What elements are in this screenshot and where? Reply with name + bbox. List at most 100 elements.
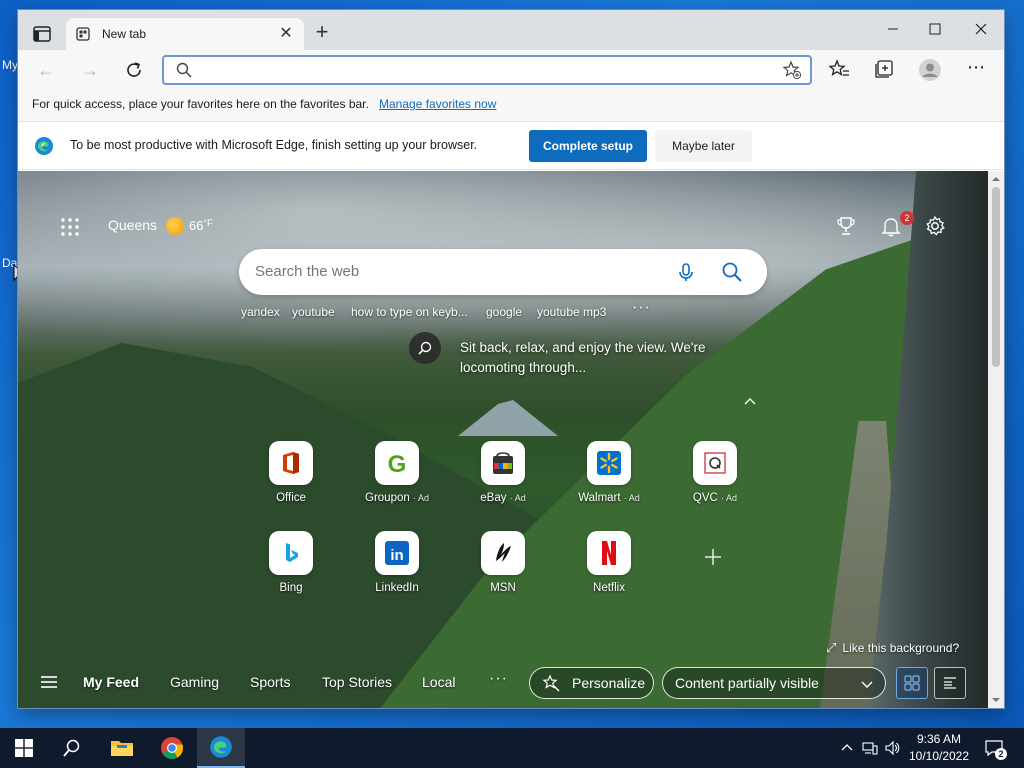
- page-settings-button[interactable]: [924, 215, 948, 239]
- close-tab-icon[interactable]: ✕: [276, 24, 296, 44]
- scroll-up-icon[interactable]: [988, 172, 1004, 186]
- add-shortcut-icon[interactable]: [701, 545, 725, 569]
- tile-label: Walmart · Ad: [564, 492, 654, 504]
- scroll-down-icon[interactable]: [988, 693, 1004, 707]
- tile-label-text: eBay: [480, 492, 507, 504]
- profile-button[interactable]: [918, 58, 942, 82]
- quick-link-tile[interactable]: G Groupon · Ad: [352, 441, 442, 521]
- network-icon[interactable]: [862, 740, 878, 756]
- bing-icon: [286, 543, 298, 562]
- search-suggestion[interactable]: yandex: [241, 305, 280, 319]
- close-window-button[interactable]: [958, 14, 1004, 44]
- tab-title: New tab: [102, 27, 147, 41]
- new-tab-button[interactable]: +: [310, 21, 334, 45]
- search-suggestion[interactable]: youtube mp3: [537, 305, 606, 319]
- minimize-button[interactable]: [870, 14, 916, 44]
- image-search-button[interactable]: [409, 332, 441, 364]
- search-icon: [418, 341, 432, 355]
- web-search-box[interactable]: Search the web: [239, 249, 767, 295]
- quick-link-tile[interactable]: Netflix: [564, 531, 654, 611]
- weather-temperature[interactable]: 66°F: [189, 218, 213, 233]
- like-background-button[interactable]: ⤢ Like this background?: [826, 640, 959, 656]
- add-favorite-icon[interactable]: [782, 60, 802, 80]
- more-suggestions-icon[interactable]: ···: [632, 299, 651, 317]
- chrome-taskbar-button[interactable]: [148, 728, 196, 768]
- chevron-up-icon[interactable]: [742, 393, 758, 409]
- favorites-icon: [828, 59, 849, 77]
- taskbar-search-button[interactable]: [48, 728, 96, 768]
- hamburger-menu-icon[interactable]: [40, 674, 58, 690]
- sunny-weather-icon: [166, 217, 184, 235]
- setup-message: To be most productive with Microsoft Edg…: [70, 138, 478, 152]
- tab-sports[interactable]: Sports: [250, 674, 290, 690]
- ad-indicator: · Ad: [721, 493, 738, 503]
- manage-favorites-link[interactable]: Manage favorites now: [379, 97, 496, 111]
- more-tabs-icon[interactable]: ···: [489, 670, 508, 688]
- quick-link-tile[interactable]: Office: [246, 441, 336, 521]
- app-launcher-button[interactable]: [58, 215, 82, 239]
- scrollbar-thumb[interactable]: [992, 187, 1000, 367]
- maybe-later-button[interactable]: Maybe later: [655, 130, 752, 162]
- personalize-button[interactable]: Personalize: [529, 667, 654, 699]
- weather-location[interactable]: Queens: [108, 217, 157, 233]
- complete-setup-button[interactable]: Complete setup: [529, 130, 647, 162]
- personalize-pencil-icon: [542, 674, 560, 692]
- volume-icon[interactable]: [884, 740, 900, 756]
- list-view-button[interactable]: [934, 667, 966, 699]
- quick-link-tile[interactable]: eBay · Ad: [458, 441, 548, 521]
- address-input[interactable]: [200, 61, 770, 79]
- tab-actions-button[interactable]: [26, 22, 58, 48]
- start-button[interactable]: [0, 728, 48, 768]
- action-center-button[interactable]: 2: [982, 736, 1007, 760]
- file-explorer-button[interactable]: [98, 728, 146, 768]
- address-bar[interactable]: [162, 55, 812, 85]
- show-hidden-icons-icon[interactable]: [839, 740, 855, 756]
- collections-button[interactable]: [873, 58, 897, 82]
- rewards-button[interactable]: [835, 215, 859, 239]
- search-suggestion[interactable]: how to type on keyb...: [351, 305, 468, 319]
- desktop-icon-label[interactable]: My: [2, 58, 18, 72]
- favorites-button[interactable]: [828, 58, 852, 82]
- minimize-icon: [888, 28, 898, 30]
- voice-search-button[interactable]: [675, 261, 697, 283]
- quick-link-tile[interactable]: QVC · Ad: [670, 441, 760, 521]
- tab-strip: New tab ✕ +: [18, 10, 1004, 50]
- content-visibility-dropdown[interactable]: Content partially visible: [662, 667, 886, 699]
- maximize-button[interactable]: [912, 14, 958, 44]
- quick-link-tile[interactable]: MSN: [458, 531, 548, 611]
- tab-new-tab[interactable]: New tab ✕: [66, 18, 304, 50]
- search-suggestion[interactable]: google: [486, 305, 522, 319]
- netflix-icon: [602, 541, 616, 565]
- tab-top-stories[interactable]: Top Stories: [322, 674, 392, 690]
- forward-button[interactable]: →: [76, 56, 104, 84]
- tile-label: LinkedIn: [352, 582, 442, 594]
- quick-link-tile[interactable]: in LinkedIn: [352, 531, 442, 611]
- search-submit-button[interactable]: [721, 261, 743, 283]
- tile-icon-container: [587, 441, 631, 485]
- background-caption[interactable]: Sit back, relax, and enjoy the view. We'…: [460, 338, 740, 378]
- office-icon: [283, 452, 299, 474]
- feed-navigation-bar: My Feed Gaming Sports Top Stories Local …: [18, 658, 986, 708]
- rewards-trophy-icon: [837, 217, 855, 235]
- settings-more-button[interactable]: ⋯: [964, 58, 988, 82]
- tab-gaming[interactable]: Gaming: [170, 674, 219, 690]
- edge-taskbar-button[interactable]: [197, 728, 245, 768]
- tab-local[interactable]: Local: [422, 674, 455, 690]
- new-tab-page: Queens 66°F 2 Search the web yandex yout…: [18, 171, 1004, 708]
- back-button[interactable]: ←: [32, 56, 60, 84]
- tile-label-text: Office: [276, 492, 306, 504]
- tile-icon-container: [587, 531, 631, 575]
- page-scrollbar[interactable]: [988, 171, 1004, 708]
- clock-time: 9:36 AM: [916, 732, 962, 746]
- microphone-icon: [679, 263, 693, 281]
- tab-my-feed[interactable]: My Feed: [83, 674, 139, 690]
- system-clock[interactable]: 9:36 AM 10/10/2022: [900, 731, 978, 765]
- search-suggestion[interactable]: youtube: [292, 305, 335, 319]
- gear-icon: [926, 215, 945, 236]
- expand-icon: ⤢: [826, 640, 837, 655]
- grid-view-button[interactable]: [896, 667, 928, 699]
- quick-link-tile[interactable]: Bing: [246, 531, 336, 611]
- quick-link-tile[interactable]: Walmart · Ad: [564, 441, 654, 521]
- bell-icon: [881, 218, 901, 237]
- refresh-button[interactable]: [120, 56, 148, 84]
